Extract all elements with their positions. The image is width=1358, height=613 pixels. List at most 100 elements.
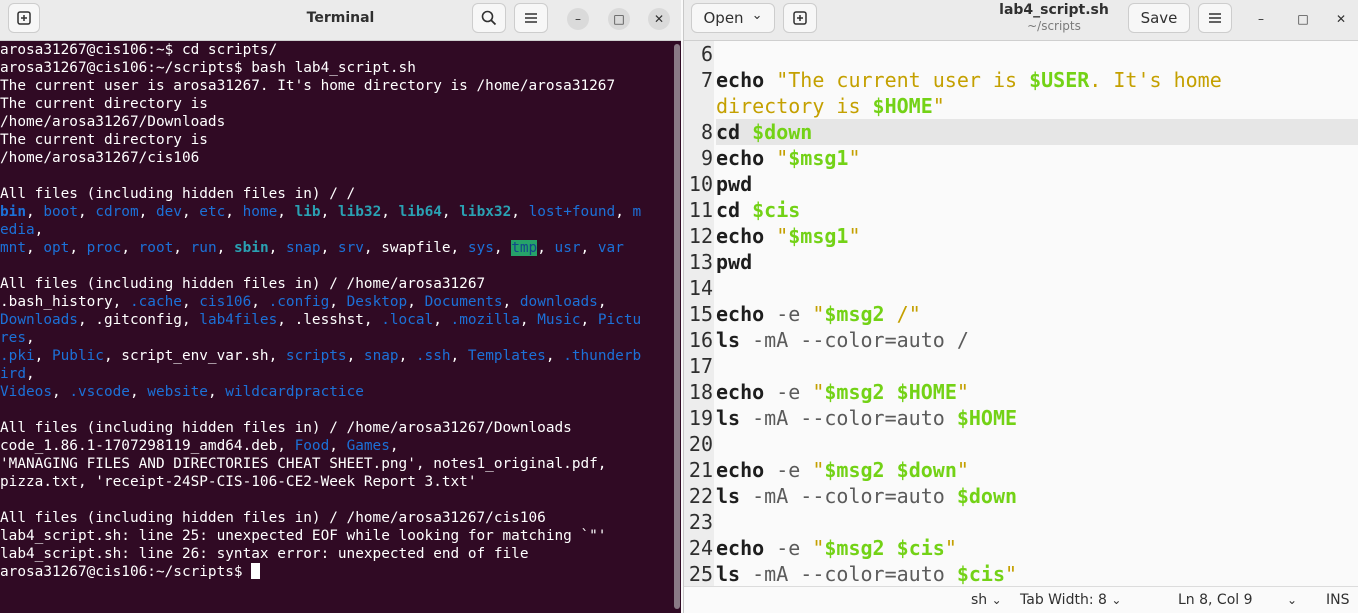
text-segment: lib — [294, 204, 321, 220]
editor-minimize-button[interactable]: – — [1250, 8, 1272, 30]
text-segment — [740, 120, 752, 144]
terminal-line: /home/arosa31267/cis106 — [0, 149, 672, 167]
terminal-line: ird, — [0, 365, 672, 383]
text-segment: , — [181, 204, 200, 220]
text-segment: , — [225, 204, 243, 220]
text-segment: $msg1 — [788, 224, 849, 248]
editor-maximize-button[interactable]: □ — [1292, 8, 1314, 30]
text-segment: .cache — [129, 294, 182, 310]
text-segment: , — [545, 348, 564, 364]
code-line: ls -mA --color=auto $cis" — [716, 561, 1358, 586]
text-segment: wildcardpractice — [225, 384, 364, 400]
line-number: 21 — [688, 458, 713, 482]
text-segment: $HOME — [956, 406, 1018, 430]
chevron-down-icon: ⌄ — [1111, 593, 1122, 607]
minimize-button[interactable]: – — [567, 8, 589, 30]
line-number — [684, 93, 714, 119]
text-segment: $msg2 — [824, 380, 885, 404]
text-segment: , — [277, 204, 295, 220]
line-number: 11 — [688, 198, 713, 222]
text-segment: , — [441, 204, 460, 220]
terminal-headerbar: Terminal – □ ✕ — [0, 0, 681, 41]
line-number: 25 — [688, 562, 713, 586]
text-segment: , — [320, 240, 338, 256]
text-segment: website — [147, 384, 208, 400]
text-segment: res — [0, 330, 26, 346]
terminal-line: arosa31267@cis106:~/scripts$ — [0, 563, 672, 581]
terminal-line: .pki, Public, script_env_var.sh, scripts… — [0, 347, 672, 365]
text-segment: The current directory is — [0, 96, 208, 112]
text-segment: , .gitconfig, — [77, 312, 200, 328]
text-segment: libx32 — [459, 204, 512, 220]
terminal-scrollbar[interactable] — [674, 44, 680, 609]
text-segment — [740, 198, 752, 222]
code-line: echo "$msg1" — [716, 145, 1358, 171]
line-number: 12 — [688, 224, 713, 248]
text-segment: , — [251, 294, 269, 310]
text-segment: The current directory is — [0, 132, 208, 148]
text-segment: $HOME — [872, 94, 933, 118]
terminal-line: All files (including hidden files in) / … — [0, 275, 672, 293]
maximize-button[interactable]: □ — [608, 8, 630, 30]
line-number: 13 — [688, 250, 713, 274]
line-number-gutter: 6 7 8 9 10 11 12 13 14 15 16 17 18 19 20 21 22 23 24 25 — [684, 41, 714, 586]
editor-close-button[interactable]: ✕ — [1330, 8, 1352, 30]
menu-button[interactable] — [514, 3, 548, 33]
text-segment: pizza.txt, 'receipt-24SP-CIS-106-CE2-Wee… — [0, 474, 477, 490]
save-button[interactable]: Save — [1128, 3, 1190, 33]
document-path: ~/scripts — [1027, 19, 1081, 33]
tab-width-selector[interactable]: Tab Width: 8 ⌄ — [1020, 592, 1121, 608]
text-segment: All files (including hidden files in) / … — [0, 420, 572, 436]
code-line: directory is $HOME" — [716, 93, 1358, 119]
text-segment: sys — [467, 240, 494, 256]
code-editor-area[interactable]: echo "The current user is $USER. It's ho… — [716, 41, 1358, 586]
editor-menu-button[interactable] — [1198, 3, 1232, 33]
text-segment — [885, 458, 897, 482]
text-segment: " — [812, 536, 825, 560]
new-tab-button[interactable] — [8, 3, 40, 33]
text-segment: $msg2 — [824, 458, 885, 482]
text-segment: .config — [268, 294, 330, 310]
terminal-line: pizza.txt, 'receipt-24SP-CIS-106-CE2-Wee… — [0, 473, 672, 491]
code-line: ls -mA --color=auto / — [716, 327, 1358, 353]
text-segment: , — [26, 204, 44, 220]
open-button[interactable]: Open ⌄ — [691, 3, 775, 33]
text-segment: Games — [346, 438, 390, 454]
line-number: 15 — [688, 302, 713, 326]
text-segment: $down — [752, 120, 813, 144]
minimize-icon: – — [575, 12, 581, 26]
terminal-output[interactable]: arosa31267@cis106:~$ cd scripts/arosa312… — [0, 41, 672, 613]
search-button[interactable] — [472, 3, 506, 33]
text-segment: All files (including hidden files in) / … — [0, 276, 486, 292]
language-selector[interactable]: sh ⌄ — [971, 592, 1002, 608]
new-document-button[interactable] — [783, 3, 817, 33]
editor-statusbar: sh ⌄ Tab Width: 8 ⌄ Ln 8, Col 9 ⌄ INS — [684, 586, 1358, 613]
text-segment: .local — [381, 312, 434, 328]
text-segment: arosa31267@cis106:~$ cd scripts/ — [0, 42, 278, 58]
terminal-line: arosa31267@cis106:~$ cd scripts/ — [0, 41, 672, 59]
text-segment: run — [190, 240, 217, 256]
text-segment: , — [615, 204, 633, 220]
text-segment: " — [764, 146, 789, 170]
text-segment: $cis — [752, 198, 801, 222]
close-button[interactable]: ✕ — [648, 8, 670, 30]
cursor-position-selector[interactable]: Ln 8, Col 9 ⌄ — [1178, 592, 1297, 608]
code-line: echo "$msg1" — [716, 223, 1358, 249]
line-number: 6 — [700, 42, 713, 66]
text-segment: , — [597, 294, 607, 310]
text-segment: usr — [554, 240, 581, 256]
text-segment: , — [580, 240, 598, 256]
hamburger-menu-icon — [525, 13, 537, 23]
text-segment: pwd — [716, 250, 753, 274]
code-line: ls -mA --color=auto $HOME — [716, 405, 1358, 431]
text-segment: -e — [764, 536, 813, 560]
text-segment: root — [138, 240, 174, 256]
maximize-icon: □ — [613, 12, 625, 26]
insert-mode-indicator[interactable]: INS — [1326, 592, 1350, 608]
text-segment: , — [537, 240, 555, 256]
line-number: 22 — [688, 484, 713, 508]
terminal-line: .bash_history, .cache, cis106, .config, … — [0, 293, 672, 311]
